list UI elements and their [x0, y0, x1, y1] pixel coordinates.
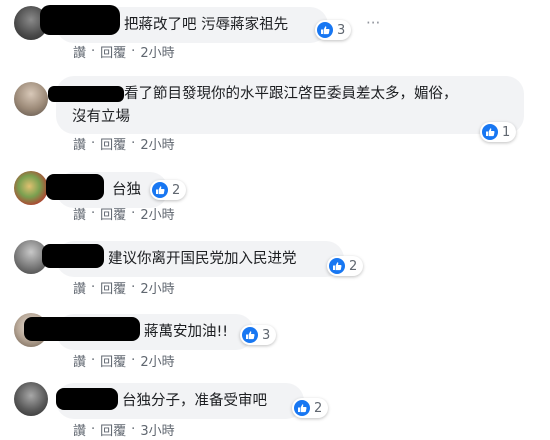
comment-text: 建议你离开国民党加入民进党: [108, 251, 297, 267]
separator-dot: ·: [91, 136, 96, 151]
separator-dot: ·: [91, 280, 96, 295]
avatar[interactable]: [14, 82, 48, 116]
reply-link[interactable]: 回覆: [100, 204, 126, 223]
thumbs-up-icon: [294, 400, 310, 416]
thumbs-up-icon: [317, 22, 333, 38]
separator-dot: ·: [91, 44, 96, 59]
reaction-number: 1: [502, 124, 511, 140]
comment-text-line2: 沒有立場: [72, 109, 130, 125]
comment-actions: 讚 · 回覆 · 2小時: [73, 278, 175, 297]
reaction-number: 3: [337, 22, 346, 38]
comment-actions: 讚 · 回覆 · 2小時: [73, 42, 175, 61]
like-link[interactable]: 讚: [73, 420, 86, 439]
comment-text: 台独: [112, 182, 141, 198]
reaction-number: 2: [349, 258, 358, 274]
comment-item: 台独分子，准备受审吧 2 讚 · 回覆 · 3小時: [0, 376, 550, 440]
timestamp-link[interactable]: 2小時: [140, 204, 174, 223]
reply-link[interactable]: 回覆: [100, 420, 126, 439]
timestamp-link[interactable]: 3小時: [140, 420, 174, 439]
timestamp-link[interactable]: 2小時: [140, 134, 174, 153]
like-link[interactable]: 讚: [73, 351, 86, 370]
reaction-number: 3: [262, 327, 271, 343]
comment-actions: 讚 · 回覆 · 2小時: [73, 134, 175, 153]
thumbs-up-icon: [329, 258, 345, 274]
reaction-count[interactable]: 2: [327, 256, 364, 276]
separator-dot: ·: [91, 422, 96, 437]
comment-actions: 讚 · 回覆 · 3小時: [73, 420, 175, 439]
timestamp-link[interactable]: 2小時: [140, 42, 174, 61]
comment-item: 建议你离开国民党加入民进党 2 讚 · 回覆 · 2小時: [0, 232, 550, 300]
reaction-count[interactable]: 2: [292, 398, 329, 418]
comment-item: 蔣萬安加油!! 3 讚 · 回覆 · 2小時: [0, 305, 550, 373]
reaction-count[interactable]: 2: [150, 180, 187, 200]
more-options-icon[interactable]: ···: [366, 14, 380, 32]
comment-text: 蔣萬安加油!!: [144, 324, 229, 340]
thumbs-up-icon: [152, 182, 168, 198]
redacted-username: [56, 388, 118, 410]
comment-item: 把蔣改了吧 污辱蔣家祖先 3 ··· 讚 · 回覆 · 2小時: [0, 0, 550, 61]
redacted-username: [46, 174, 104, 200]
comment-text: 把蔣改了吧 污辱蔣家祖先: [124, 17, 289, 33]
separator-dot: ·: [91, 206, 96, 221]
reply-link[interactable]: 回覆: [100, 134, 126, 153]
separator-dot: ·: [131, 422, 136, 437]
like-link[interactable]: 讚: [73, 278, 86, 297]
thumbs-up-icon: [242, 327, 258, 343]
comment-text: 台独分子，准备受审吧: [122, 393, 267, 409]
reply-link[interactable]: 回覆: [100, 42, 126, 61]
comment-item: 台独 2 讚 · 回覆 · 2小時: [0, 165, 550, 227]
comment-text-line1: 看了節目發現你的水平跟江啓臣委員差太多，媚俗，: [124, 86, 458, 102]
reaction-count[interactable]: 1: [480, 122, 517, 142]
reaction-number: 2: [314, 400, 323, 416]
reaction-count[interactable]: 3: [315, 20, 352, 40]
separator-dot: ·: [131, 353, 136, 368]
comment-item: 看了節目發現你的水平跟江啓臣委員差太多，媚俗， 沒有立場 1 讚 · 回覆 · …: [0, 70, 550, 160]
separator-dot: ·: [91, 353, 96, 368]
avatar[interactable]: [14, 382, 48, 416]
reaction-count[interactable]: 3: [240, 325, 277, 345]
like-link[interactable]: 讚: [73, 134, 86, 153]
redacted-username: [40, 5, 120, 35]
avatar[interactable]: [14, 171, 48, 205]
like-link[interactable]: 讚: [73, 42, 86, 61]
thumbs-up-icon: [482, 124, 498, 140]
reply-link[interactable]: 回覆: [100, 351, 126, 370]
reply-link[interactable]: 回覆: [100, 278, 126, 297]
timestamp-link[interactable]: 2小時: [140, 278, 174, 297]
timestamp-link[interactable]: 2小時: [140, 351, 174, 370]
separator-dot: ·: [131, 44, 136, 59]
reaction-number: 2: [172, 182, 181, 198]
redacted-username: [42, 244, 104, 268]
redacted-username: [24, 317, 140, 341]
comment-actions: 讚 · 回覆 · 2小時: [73, 351, 175, 370]
separator-dot: ·: [131, 206, 136, 221]
separator-dot: ·: [131, 280, 136, 295]
comment-actions: 讚 · 回覆 · 2小時: [73, 204, 175, 223]
separator-dot: ·: [131, 136, 136, 151]
like-link[interactable]: 讚: [73, 204, 86, 223]
redacted-username: [48, 86, 124, 102]
